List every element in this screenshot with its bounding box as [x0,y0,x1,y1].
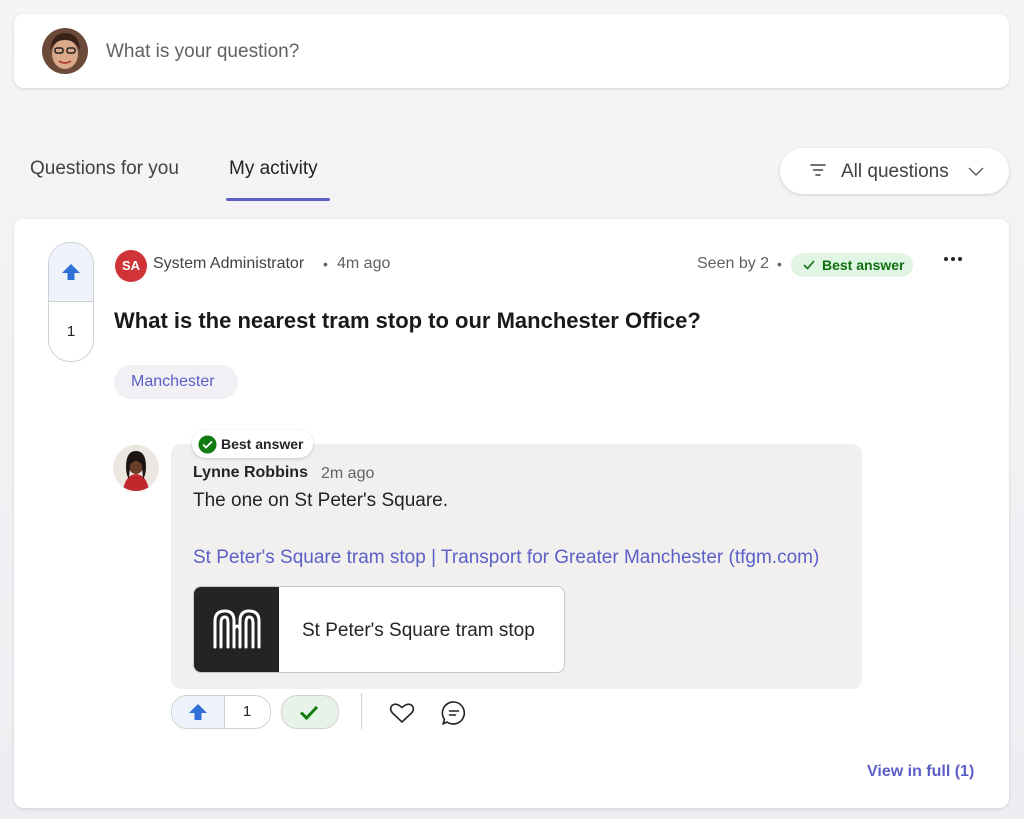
answer-vote-control: 1 [171,695,271,729]
post-time: 4m ago [337,255,391,272]
filter-icon [810,163,826,182]
tab-questions-for-you[interactable]: Questions for you [30,158,179,202]
link-preview-thumbnail [194,587,279,672]
link-preview-title: St Peter's Square tram stop [302,620,535,641]
answer-link[interactable]: St Peter's Square tram stop | Transport … [193,547,819,569]
view-in-full-link[interactable]: View in full (1) [867,763,974,781]
answer-upvote-button[interactable] [172,696,225,728]
answer-author-avatar [113,445,159,491]
upvote-button[interactable] [49,243,93,302]
answer-text: The one on St Peter's Square. [193,490,449,511]
separator-dot: • [323,256,328,272]
topic-tag[interactable]: Manchester [114,365,238,399]
mark-best-answer-button[interactable] [281,695,339,729]
seen-by-count[interactable]: Seen by 2 [697,255,769,273]
checkmark-icon [803,260,815,270]
link-preview-card[interactable]: St Peter's Square tram stop [193,586,565,673]
more-options-icon[interactable] [942,249,964,269]
check-circle-icon [198,435,217,454]
separator-dot: • [777,256,782,272]
filter-dropdown[interactable]: All questions [780,148,1009,194]
question-input[interactable]: What is your question? [106,41,299,63]
comment-icon[interactable] [441,700,467,731]
answer-author-name[interactable]: Lynne Robbins [193,464,308,482]
question-card: 1 SA System Administrator • 4m ago Seen … [14,219,1009,808]
tfgm-logo-icon [213,609,261,649]
user-avatar [42,28,88,74]
checkmark-icon [299,705,319,720]
author-name[interactable]: System Administrator [153,255,304,273]
answer-time: 2m ago [321,465,375,482]
best-answer-pill: Best answer [791,253,913,277]
answer-upvote-count: 1 [242,703,252,720]
heart-icon[interactable] [389,702,415,729]
filter-label: All questions [841,161,949,182]
question-vote-control: 1 [48,242,94,362]
best-answer-badge-label: Best answer [221,436,304,452]
active-tab-indicator [226,198,330,201]
topic-tag-label: Manchester [131,373,215,390]
arrow-up-icon [62,264,80,280]
arrow-up-icon [189,704,207,720]
author-avatar: SA [115,250,147,282]
tab-my-activity[interactable]: My activity [229,158,318,202]
question-title[interactable]: What is the nearest tram stop to our Man… [114,308,701,334]
upvote-count: 1 [66,323,76,340]
chevron-down-icon [968,164,984,182]
best-answer-pill-label: Best answer [822,257,905,273]
ask-question-box[interactable]: What is your question? [14,14,1009,88]
divider [361,693,362,729]
best-answer-badge: Best answer [192,430,313,458]
